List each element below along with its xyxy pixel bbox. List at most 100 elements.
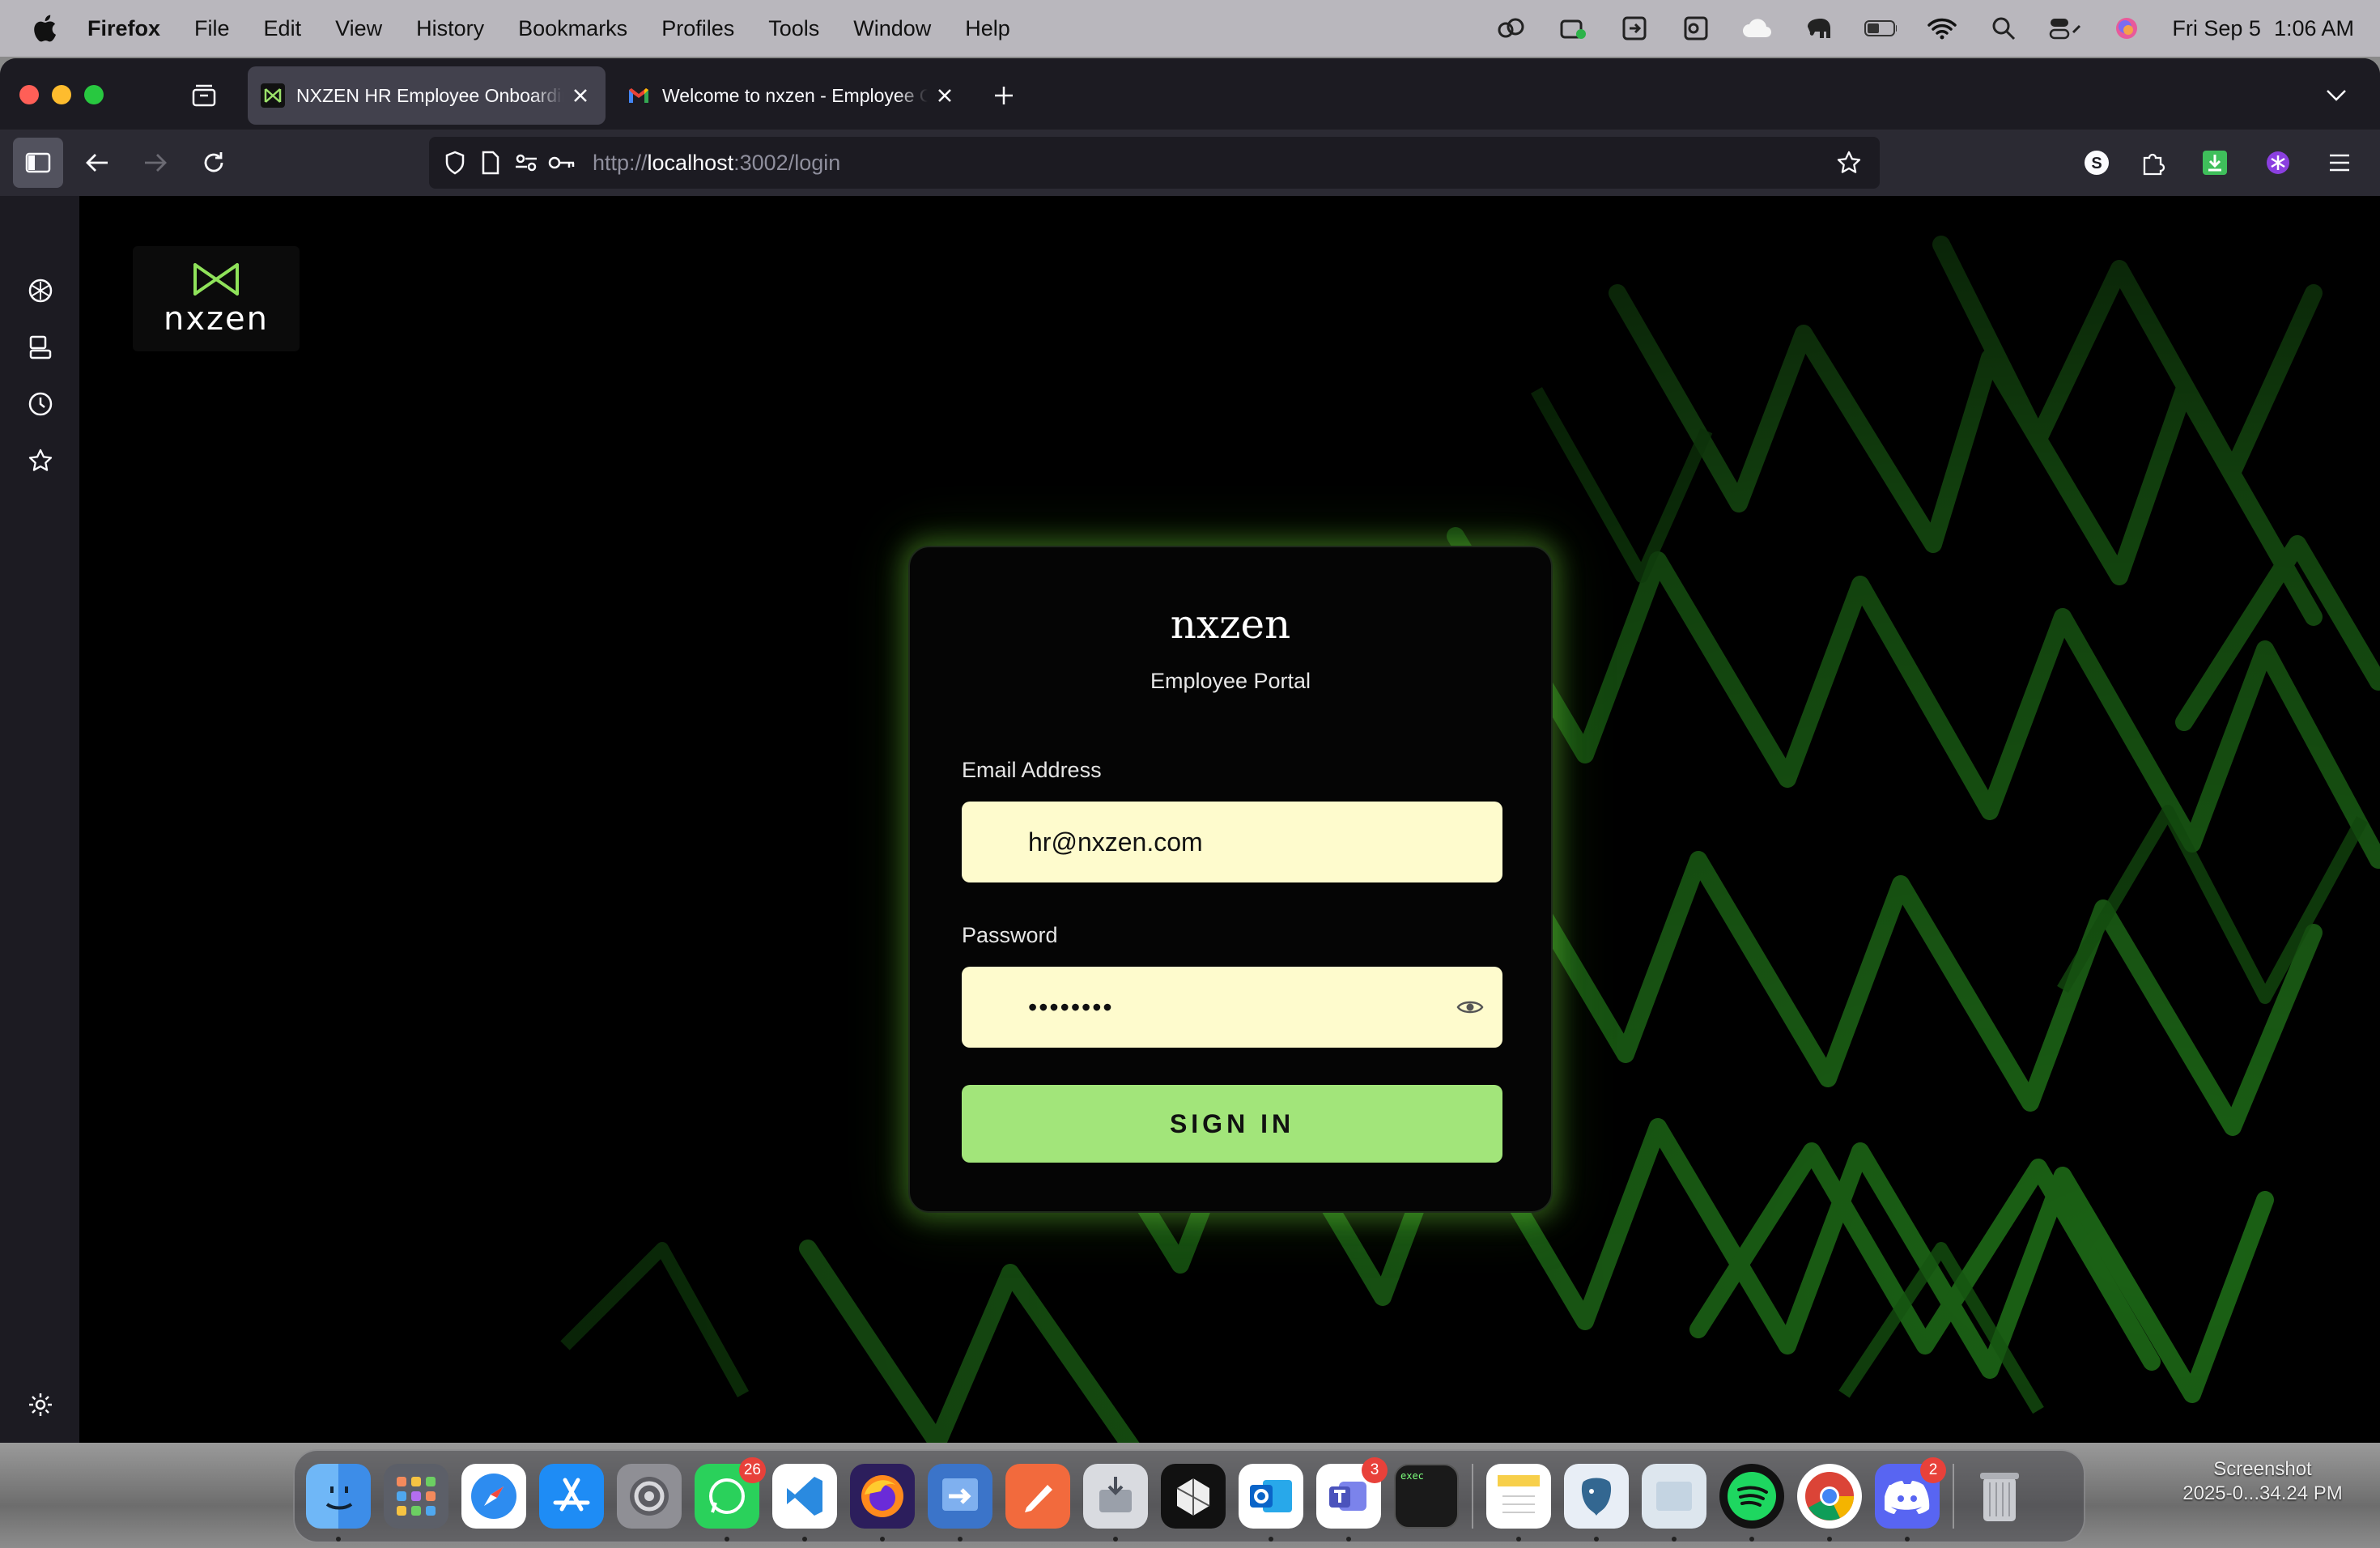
sidebar-toggle-icon[interactable] <box>13 138 63 188</box>
menu-profiles[interactable]: Profiles <box>661 16 734 41</box>
menu-help[interactable]: Help <box>965 16 1010 41</box>
postgres-icon[interactable] <box>1564 1464 1629 1542</box>
url-scheme: http:// <box>593 150 648 175</box>
finder-icon[interactable] <box>306 1464 371 1542</box>
password-field[interactable]: •••••••• <box>962 967 1502 1048</box>
show-password-eye-icon[interactable] <box>1456 994 1485 1020</box>
tab-gmail-welcome[interactable]: Welcome to nxzen - Employee Onboarding <box>614 66 970 125</box>
menu-view[interactable]: View <box>335 16 382 41</box>
notes-icon[interactable] <box>1486 1464 1551 1542</box>
logo-text: nxzen <box>164 300 269 338</box>
password-label: Password <box>962 923 1058 947</box>
url-text[interactable]: http://localhost:3002/login <box>593 151 840 176</box>
spotlight-search-icon[interactable] <box>1987 14 2020 43</box>
macos-dock: 26 3 exec 2 <box>293 1449 2085 1543</box>
screenshot-file-label[interactable]: Screenshot 2025-0...34.24 PM <box>2161 1457 2364 1506</box>
terminal-icon[interactable]: exec <box>1394 1464 1459 1529</box>
extensions-puzzle-icon[interactable] <box>2134 143 2173 182</box>
cursor-app-icon[interactable] <box>1161 1464 1226 1529</box>
nxzen-logo[interactable]: nxzen <box>133 246 300 351</box>
tab-title: NXZEN HR Employee Onboarding <box>296 84 563 106</box>
migration-assistant-icon[interactable] <box>928 1464 992 1542</box>
forward-arrow-icon[interactable] <box>136 143 175 182</box>
whatsapp-icon[interactable]: 26 <box>695 1457 766 1542</box>
back-arrow-icon[interactable] <box>78 143 117 182</box>
tab-nxzen-hr[interactable]: NXZEN HR Employee Onboarding <box>248 66 606 125</box>
url-path: :3002/login <box>733 150 841 175</box>
apple-menu-icon[interactable] <box>29 12 60 45</box>
login-card: nxzen Employee Portal Email Address hr@n… <box>908 546 1553 1213</box>
page-viewport: nxzen nxzen Employee Portal Email Addres… <box>79 196 2380 1444</box>
outlook-icon[interactable] <box>1239 1464 1303 1542</box>
gmail-favicon-icon <box>627 83 651 108</box>
synced-devices-icon[interactable] <box>23 330 57 364</box>
tab-list-icon[interactable] <box>188 79 220 112</box>
status-app-icon[interactable] <box>1557 14 1589 43</box>
settings-gear-icon[interactable] <box>23 1388 57 1422</box>
reload-icon[interactable] <box>194 143 233 182</box>
teams-icon[interactable]: 3 <box>1316 1457 1388 1542</box>
safari-icon[interactable] <box>461 1464 526 1529</box>
tab-title: Welcome to nxzen - Employee Onboarding <box>662 84 928 106</box>
purple-extension-icon[interactable] <box>2259 143 2297 182</box>
account-avatar-icon[interactable]: S <box>2077 143 2116 182</box>
menu-app-name[interactable]: Firefox <box>87 16 160 41</box>
menu-bookmarks[interactable]: Bookmarks <box>518 16 627 41</box>
url-bar[interactable]: http://localhost:3002/login <box>429 137 1880 189</box>
launchpad-icon[interactable] <box>384 1464 448 1529</box>
share-screen-icon[interactable] <box>1618 14 1651 43</box>
close-tab-icon[interactable] <box>568 83 593 108</box>
email-label: Email Address <box>962 758 1102 782</box>
trash-icon[interactable] <box>1967 1464 2032 1529</box>
pen-app-icon[interactable] <box>1005 1464 1070 1529</box>
email-field[interactable]: hr@nxzen.com <box>962 802 1502 882</box>
elephant-icon[interactable] <box>1803 14 1835 43</box>
permissions-icon[interactable] <box>510 147 542 179</box>
menu-clock[interactable]: Fri Sep 5 1:06 AM <box>2172 16 2354 41</box>
preview-window-icon[interactable] <box>1642 1464 1706 1542</box>
wifi-icon[interactable] <box>1926 14 1958 43</box>
tracking-protection-shield-icon[interactable] <box>439 147 471 179</box>
hamburger-menu-icon[interactable] <box>2320 143 2359 182</box>
menu-window[interactable]: Window <box>853 16 931 41</box>
siri-icon[interactable] <box>2110 14 2143 43</box>
sign-in-button[interactable]: SIGN IN <box>962 1085 1502 1163</box>
bookmarks-star-icon[interactable] <box>23 444 57 478</box>
outlook-menu-icon[interactable] <box>1680 14 1712 43</box>
menu-history[interactable]: History <box>416 16 484 41</box>
creative-cloud-icon[interactable] <box>1495 14 1528 43</box>
close-window-button[interactable] <box>19 85 39 104</box>
menu-tools[interactable]: Tools <box>768 16 819 41</box>
bookmark-star-icon[interactable] <box>1833 147 1865 179</box>
screenshot-title: Screenshot <box>2213 1458 2312 1480</box>
vscode-icon[interactable] <box>772 1464 837 1542</box>
close-tab-icon[interactable] <box>933 83 957 108</box>
battery-icon <box>1864 14 1898 43</box>
chatgpt-icon[interactable] <box>23 274 57 308</box>
chrome-icon[interactable] <box>1797 1464 1862 1542</box>
password-value: •••••••• <box>1028 992 1114 1022</box>
new-tab-plus-icon[interactable] <box>989 81 1018 110</box>
menu-file[interactable]: File <box>194 16 230 41</box>
menu-edit[interactable]: Edit <box>264 16 302 41</box>
key-icon[interactable] <box>546 147 578 179</box>
dock-separator <box>1472 1464 1473 1529</box>
disk-utility-icon[interactable] <box>1083 1464 1148 1542</box>
whatsapp-badge: 26 <box>738 1457 766 1483</box>
system-settings-icon[interactable] <box>617 1464 682 1529</box>
discord-badge: 2 <box>1920 1457 1946 1483</box>
chevron-down-icon[interactable] <box>2322 81 2351 110</box>
discord-icon[interactable]: 2 <box>1875 1457 1946 1542</box>
clock-time: 1:06 AM <box>2273 15 2354 40</box>
spotify-icon[interactable] <box>1719 1464 1784 1542</box>
dock-separator <box>1953 1464 1954 1529</box>
page-info-icon[interactable] <box>474 147 507 179</box>
download-extension-icon[interactable] <box>2195 143 2234 182</box>
history-clock-icon[interactable] <box>23 387 57 421</box>
cloud-icon[interactable] <box>1741 14 1774 43</box>
zoom-window-button[interactable] <box>84 85 104 104</box>
minimize-window-button[interactable] <box>52 85 71 104</box>
control-center-icon[interactable] <box>2049 14 2081 43</box>
app-store-icon[interactable] <box>539 1464 604 1529</box>
firefox-dock-icon[interactable] <box>850 1464 915 1542</box>
